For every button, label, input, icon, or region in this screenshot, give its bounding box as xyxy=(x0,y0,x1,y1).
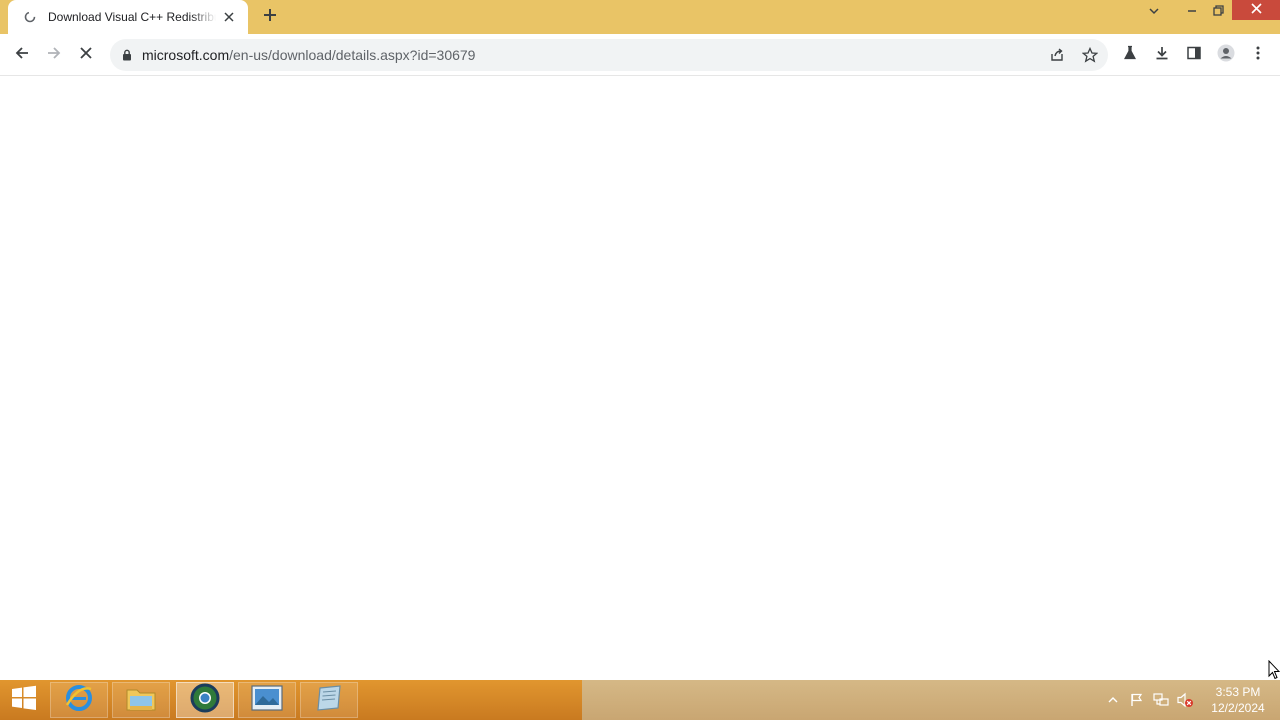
taskbar-app[interactable] xyxy=(300,682,358,718)
url-text: microsoft.com/en-us/download/details.asp… xyxy=(142,47,475,63)
page-content xyxy=(0,77,1280,680)
url-path: /en-us/download/details.aspx?id=30679 xyxy=(229,47,476,63)
windows-logo-icon xyxy=(11,685,37,716)
address-bar[interactable]: microsoft.com/en-us/download/details.asp… xyxy=(110,39,1108,71)
back-button[interactable] xyxy=(6,39,38,71)
show-hidden-icon[interactable] xyxy=(1104,692,1122,708)
taskbar-internet-explorer[interactable] xyxy=(50,682,108,718)
forward-button[interactable] xyxy=(38,39,70,71)
close-tab-icon[interactable] xyxy=(220,8,238,26)
star-icon[interactable] xyxy=(1078,43,1102,67)
mouse-cursor-icon xyxy=(1268,660,1280,680)
profile-button[interactable] xyxy=(1210,39,1242,71)
minimize-button[interactable] xyxy=(1178,0,1206,24)
browser-tab[interactable]: Download Visual C++ Redistributable xyxy=(8,0,248,34)
system-clock[interactable]: 3:53 PM 12/2/2024 xyxy=(1206,684,1270,716)
menu-button[interactable] xyxy=(1242,39,1274,71)
arrow-left-icon xyxy=(14,45,30,66)
taskbar-chrome[interactable] xyxy=(176,682,234,718)
arrow-right-icon xyxy=(46,45,62,66)
taskbar-image-viewer[interactable] xyxy=(238,682,296,718)
tab-title: Download Visual C++ Redistributable xyxy=(48,10,216,24)
restore-icon xyxy=(1212,3,1224,21)
x-icon xyxy=(79,46,93,65)
tab-strip: Download Visual C++ Redistributable xyxy=(0,0,1280,34)
side-panel-icon xyxy=(1186,45,1202,66)
loading-icon xyxy=(22,9,38,25)
menu-icon xyxy=(1256,46,1260,65)
taskbar-file-explorer[interactable] xyxy=(112,682,170,718)
lock-icon xyxy=(120,47,134,63)
download-icon xyxy=(1154,45,1170,66)
tab-search-button[interactable] xyxy=(1140,0,1168,26)
taskbar: 3:53 PM 12/2/2024 xyxy=(0,680,1280,720)
restore-button[interactable] xyxy=(1204,0,1232,24)
clock-time: 3:53 PM xyxy=(1215,685,1261,699)
profile-icon xyxy=(1217,44,1235,67)
share-icon[interactable] xyxy=(1045,43,1069,67)
flag-icon[interactable] xyxy=(1128,692,1146,708)
side-panel-button[interactable] xyxy=(1178,39,1210,71)
app-icon xyxy=(314,684,344,717)
plus-icon xyxy=(263,8,277,27)
image-viewer-icon xyxy=(251,684,283,716)
network-icon[interactable] xyxy=(1152,692,1170,708)
extension-button[interactable] xyxy=(1114,39,1146,71)
stop-button[interactable] xyxy=(70,39,102,71)
internet-explorer-icon xyxy=(64,683,94,718)
downloads-button[interactable] xyxy=(1146,39,1178,71)
minimize-icon xyxy=(1187,3,1197,21)
close-icon xyxy=(1250,1,1262,19)
chrome-icon xyxy=(190,683,220,718)
chevron-down-icon xyxy=(1148,4,1160,22)
file-explorer-icon xyxy=(125,684,157,717)
clock-date: 12/2/2024 xyxy=(1211,701,1265,715)
browser-toolbar: microsoft.com/en-us/download/details.asp… xyxy=(0,34,1280,76)
new-tab-button[interactable] xyxy=(256,4,284,30)
close-window-button[interactable] xyxy=(1232,0,1280,20)
volume-muted-icon[interactable] xyxy=(1176,692,1194,708)
flask-icon xyxy=(1122,45,1138,66)
start-button[interactable] xyxy=(6,685,42,716)
url-domain: microsoft.com xyxy=(142,47,230,63)
